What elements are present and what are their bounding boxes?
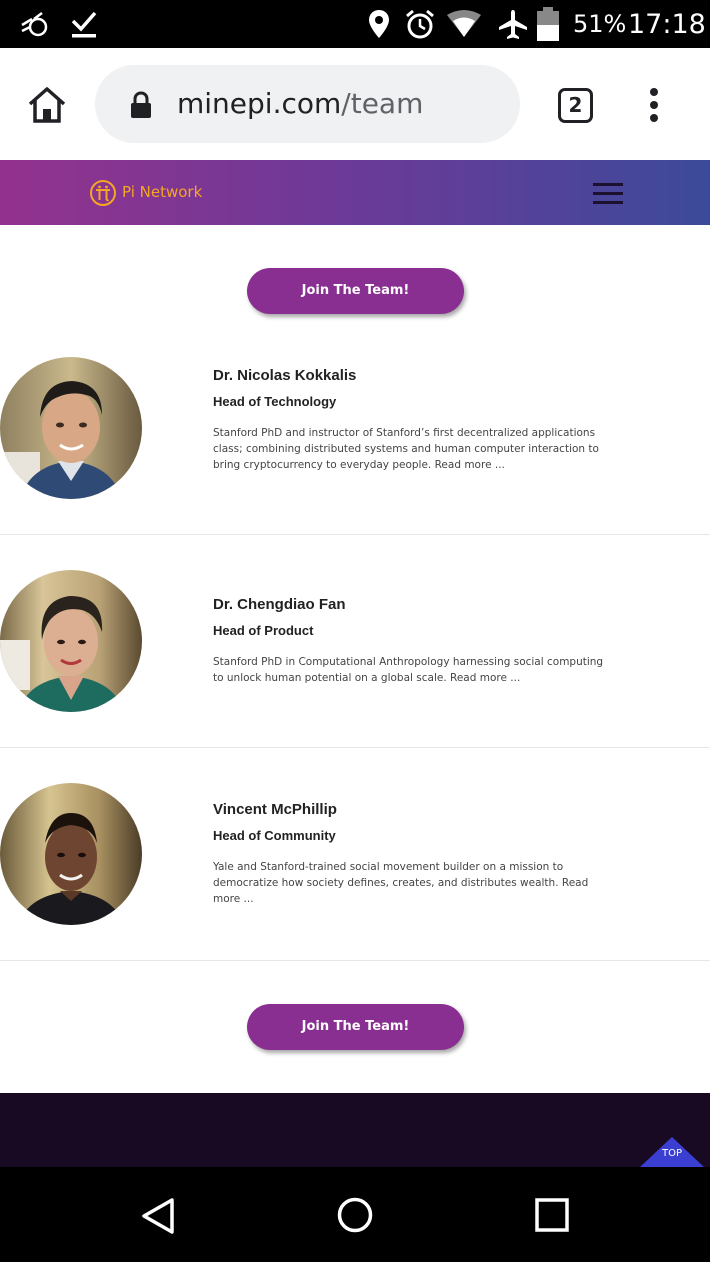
- member-photo-nicolas: [0, 357, 142, 499]
- battery-icon: [536, 0, 560, 48]
- member-name: Vincent McPhillip: [213, 801, 337, 818]
- url-path: /team: [341, 87, 424, 120]
- member-bio: Stanford PhD in Computational Anthropolo…: [213, 656, 604, 684]
- hamburger-line-icon: [593, 201, 623, 204]
- menu-dot-icon: [650, 88, 658, 96]
- member-role: Head of Community: [213, 828, 336, 843]
- wifi-icon: [446, 0, 482, 48]
- alarm-icon: [404, 0, 436, 48]
- battery-percentage: 51%: [573, 10, 627, 38]
- menu-dot-icon: [650, 114, 658, 122]
- hamburger-menu-button[interactable]: [593, 183, 623, 205]
- back-icon[interactable]: [140, 1197, 176, 1235]
- data-saver-icon: [20, 0, 52, 48]
- member-role: Head of Technology: [213, 394, 337, 409]
- avatar-photo: [0, 570, 142, 712]
- join-team-button[interactable]: Join The Team!: [247, 1004, 464, 1050]
- clock-time: 17:18: [628, 8, 706, 40]
- member-bio: Stanford PhD and instructor of Stanford’…: [213, 427, 599, 471]
- avatar-photo: [0, 357, 142, 499]
- divider: [0, 960, 710, 961]
- scroll-to-top-label[interactable]: TOP: [652, 1148, 692, 1159]
- member-bio: Yale and Stanford-trained social movemen…: [213, 861, 589, 905]
- airplane-mode-icon: [497, 0, 529, 48]
- download-complete-icon: [70, 0, 98, 48]
- member-name: Dr. Nicolas Kokkalis: [213, 367, 357, 384]
- logo-text[interactable]: Pi Network: [122, 160, 202, 225]
- pi-logo-icon[interactable]: [89, 179, 117, 207]
- lock-icon: [131, 91, 151, 118]
- address-bar[interactable]: minepi.com/team: [95, 65, 520, 143]
- home-circle-icon[interactable]: [336, 1196, 374, 1234]
- home-icon: [28, 87, 66, 123]
- tab-switcher-button[interactable]: 2: [558, 88, 593, 123]
- member-photo-chengdiao: [0, 570, 142, 712]
- menu-dot-icon: [650, 101, 658, 109]
- join-team-button[interactable]: Join The Team!: [247, 268, 464, 314]
- divider: [0, 534, 710, 535]
- overflow-menu-button[interactable]: [640, 86, 670, 126]
- avatar-photo: [0, 783, 142, 925]
- hamburger-line-icon: [593, 192, 623, 195]
- home-button[interactable]: [26, 84, 68, 126]
- system-nav-bar: [0, 1167, 710, 1262]
- member-role: Head of Product: [213, 623, 314, 638]
- hamburger-line-icon: [593, 183, 623, 186]
- site-header: Pi Network: [0, 160, 710, 225]
- location-icon: [368, 0, 390, 48]
- recents-icon[interactable]: [534, 1197, 570, 1233]
- site-footer: [0, 1093, 710, 1167]
- member-photo-vincent: [0, 783, 142, 925]
- member-name: Dr. Chengdiao Fan: [213, 596, 346, 613]
- browser-toolbar: minepi.com/team 2: [0, 48, 710, 160]
- url-domain: minepi.com: [177, 87, 342, 120]
- url-text: minepi.com/team: [177, 65, 423, 143]
- status-bar: 51% 17:18: [0, 0, 710, 48]
- divider: [0, 747, 710, 748]
